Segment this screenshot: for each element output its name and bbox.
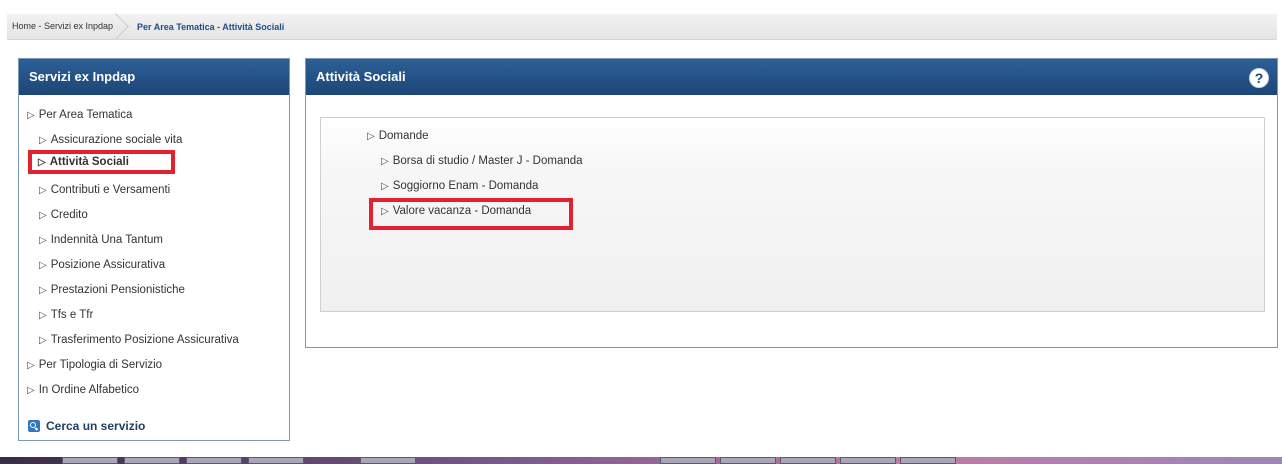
sidebar-item-in-ordine-alfabetico[interactable]: ▷ In Ordine Alfabetico <box>27 384 139 396</box>
sidebar-item-label: Per Tipologia di Servizio <box>38 359 163 371</box>
sidebar-item-trasferimento-posizione-assicurativa[interactable]: ▷ Trasferimento Posizione Assicurativa <box>39 334 239 346</box>
triangle-right-icon: ▷ <box>39 135 47 146</box>
taskbar-button[interactable] <box>124 457 180 464</box>
taskbar-button[interactable] <box>660 457 716 464</box>
breadcrumb-current: Per Area Tematica - Attività Sociali <box>137 21 285 32</box>
search-icon <box>28 420 40 432</box>
tree-item-label: Soggiorno Enam - Domanda <box>392 180 539 192</box>
sidebar-item-label: Attività Sociali <box>49 156 129 168</box>
sidebar-item-contributi-e-versamenti[interactable]: ▷ Contributi e Versamenti <box>39 184 170 196</box>
sidebar-item-label: Contributi e Versamenti <box>50 184 171 196</box>
triangle-right-icon: ▷ <box>39 235 47 246</box>
sidebar-item-per-tipologia-di-servizio[interactable]: ▷ Per Tipologia di Servizio <box>27 359 162 371</box>
triangle-right-icon: ▷ <box>381 156 389 167</box>
taskbar-button[interactable] <box>248 457 304 464</box>
breadcrumb: Home - Servizi ex Inpdap Per Area Temati… <box>7 14 1277 40</box>
sidebar-item-credito[interactable]: ▷ Credito <box>39 209 88 221</box>
breadcrumb-home-link[interactable]: Home - Servizi ex Inpdap <box>7 14 127 39</box>
triangle-right-icon: ▷ <box>39 185 47 196</box>
triangle-right-icon: ▷ <box>39 285 47 296</box>
taskbar-button[interactable] <box>840 457 896 464</box>
taskbar-button[interactable] <box>900 457 956 464</box>
sidebar-item-label: Trasferimento Posizione Assicurativa <box>50 334 239 346</box>
sidebar-item-posizione-assicurativa[interactable]: ▷ Posizione Assicurativa <box>39 259 165 271</box>
sidebar-item-attivita-sociali[interactable]: ▷ Attività Sociali <box>28 150 175 174</box>
triangle-right-icon: ▷ <box>27 110 35 121</box>
tree-item-borsa-di-studio[interactable]: ▷ Borsa di studio / Master J - Domanda <box>381 155 583 167</box>
service-tree: ▷ Domande ▷ Borsa di studio / Master J - D… <box>320 117 1265 312</box>
sidebar-item-label: Indennità Una Tantum <box>50 234 164 246</box>
sidebar-item-label: Tfs e Tfr <box>50 309 94 321</box>
sidebar-title: Servizi ex Inpdap <box>19 59 289 95</box>
sidebar-item-label: Posizione Assicurativa <box>50 259 166 271</box>
taskbar-button[interactable] <box>186 457 242 464</box>
sidebar-item-label: Credito <box>50 209 88 221</box>
taskbar-button[interactable] <box>780 457 836 464</box>
triangle-right-icon: ▷ <box>39 260 47 271</box>
triangle-right-icon: ▷ <box>38 157 46 168</box>
triangle-right-icon: ▷ <box>27 385 35 396</box>
sidebar-item-tfs-e-tfr[interactable]: ▷ Tfs e Tfr <box>39 309 93 321</box>
sidebar: Servizi ex Inpdap ▷ Per Area Tematica ▷ As… <box>18 58 290 441</box>
sidebar-item-prestazioni-pensionistiche[interactable]: ▷ Prestazioni Pensionistiche <box>39 284 185 296</box>
tree-item-soggiorno-enam[interactable]: ▷ Soggiorno Enam - Domanda <box>381 180 538 192</box>
taskbar <box>0 457 1282 464</box>
sidebar-item-indennita-una-tantum[interactable]: ▷ Indennità Una Tantum <box>39 234 163 246</box>
triangle-right-icon: ▷ <box>39 335 47 346</box>
tree-item-label: Domande <box>378 130 429 142</box>
sidebar-item-label: Assicurazione sociale vita <box>50 134 183 146</box>
tree-item-label: Borsa di studio / Master J - Domanda <box>392 155 583 167</box>
triangle-right-icon: ▷ <box>39 310 47 321</box>
triangle-right-icon: ▷ <box>39 210 47 221</box>
tree-item-domande[interactable]: ▷ Domande <box>367 130 429 142</box>
sidebar-item-label: In Ordine Alfabetico <box>38 384 140 396</box>
highlight-annotation <box>369 198 573 230</box>
main-panel: Attività Sociali ? ▷ Domande ▷ Borsa di st… <box>305 58 1278 348</box>
sidebar-item-assicurazione-sociale-vita[interactable]: ▷ Assicurazione sociale vita <box>39 134 182 146</box>
search-service-link[interactable]: Cerca un servizio <box>28 419 145 433</box>
sidebar-item-label: Per Area Tematica <box>38 109 133 121</box>
taskbar-button[interactable] <box>720 457 776 464</box>
triangle-right-icon: ▷ <box>381 181 389 192</box>
triangle-right-icon: ▷ <box>367 131 375 142</box>
sidebar-item-per-area-tematica[interactable]: ▷ Per Area Tematica <box>27 109 132 121</box>
taskbar-button[interactable] <box>62 457 118 464</box>
search-service-label: Cerca un servizio <box>46 419 146 433</box>
sidebar-item-label: Prestazioni Pensionistiche <box>50 284 185 296</box>
page-title: Attività Sociali <box>306 59 1277 95</box>
taskbar-button[interactable] <box>360 457 416 464</box>
triangle-right-icon: ▷ <box>27 360 35 371</box>
help-icon[interactable]: ? <box>1249 68 1269 88</box>
